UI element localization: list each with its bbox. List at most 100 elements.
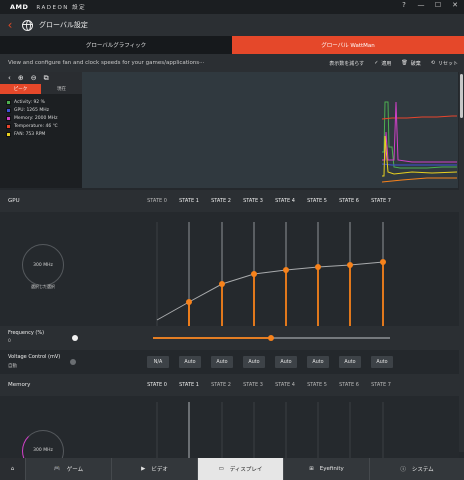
help-button[interactable]: ? <box>399 1 409 9</box>
title-bar: AMD RADEON 設定 ? — ☐ ✕ <box>0 0 464 14</box>
close-button[interactable]: ✕ <box>450 1 460 9</box>
expand-icon[interactable]: ⧉ <box>44 74 49 83</box>
scrollbar[interactable] <box>459 72 464 452</box>
voltage-field[interactable]: Auto <box>339 356 361 368</box>
memory-state-label: STATE 3 <box>243 382 263 388</box>
legend-memory[interactable]: Memory: 2000 MHz <box>6 114 82 122</box>
tab-label: ピーク <box>13 87 28 92</box>
state-handle[interactable] <box>186 299 192 305</box>
nav-label: Eyefinity <box>319 466 344 472</box>
state-handle[interactable] <box>219 281 225 287</box>
eyefinity-icon: ⊞ <box>309 466 314 472</box>
memory-state-label: STATE 5 <box>307 382 327 388</box>
legend-label: Temperature: 46 ℃ <box>14 123 58 129</box>
nav-system[interactable]: ⓘ システム <box>370 458 464 480</box>
nav-gaming[interactable]: 🎮 ゲーム <box>26 458 112 480</box>
voltage-field[interactable]: Auto <box>211 356 233 368</box>
back-button[interactable]: ‹ <box>2 14 18 36</box>
legend-label: GPU: 1265 MHz <box>14 107 49 113</box>
legend-gpu[interactable]: GPU: 1265 MHz <box>6 106 82 114</box>
legend-fan[interactable]: FAN: 753 RPM <box>6 130 82 138</box>
page-header: ‹ グローバル設定 <box>0 14 464 36</box>
legend-temperature[interactable]: Temperature: 46 ℃ <box>6 122 82 130</box>
play-icon: ▶ <box>141 466 146 472</box>
monitor-toolbar: ‹ ⊕ ⊖ ⧉ <box>0 72 82 84</box>
checkbox[interactable] <box>6 123 11 129</box>
tab-bar: グローバルグラフィック グローバル WattMan <box>0 36 464 54</box>
legend-activity[interactable]: Activity: 92 % <box>6 98 82 106</box>
tab-label: グローバルグラフィック <box>85 43 147 49</box>
voltage-label: Voltage Control (mV) <box>8 354 61 360</box>
checkbox[interactable] <box>6 99 11 105</box>
tab-current[interactable]: 現在 <box>41 84 82 94</box>
bottom-nav: ⌂ 🎮 ゲーム ▶ ビデオ ▭ ディスプレイ ⊞ Eyefinity ⓘ システム <box>0 458 464 480</box>
reset-button[interactable]: ⟲ リセット <box>431 60 458 67</box>
voltage-field[interactable]: Auto <box>275 356 297 368</box>
description-text[interactable]: View and configure fan and clock speeds … <box>8 60 204 66</box>
memory-state-label: STATE 6 <box>339 382 359 388</box>
tab-label: グローバル WattMan <box>321 43 375 49</box>
voltage-field[interactable]: Auto <box>179 356 201 368</box>
memory-state-label: STATE 4 <box>275 382 295 388</box>
radeon-settings-window: AMD RADEON 設定 ? — ☐ ✕ ‹ グローバル設定 グローバルグラフ… <box>0 0 464 480</box>
state-handle[interactable] <box>380 259 386 265</box>
voltage-mode: 自動 <box>8 364 17 369</box>
nav-video[interactable]: ▶ ビデオ <box>112 458 198 480</box>
graph-background <box>82 72 458 188</box>
display-icon: ▭ <box>218 466 224 472</box>
reset-label: リセット <box>437 60 458 67</box>
frequency-slider[interactable] <box>0 326 459 350</box>
discard-button[interactable]: 🗑 破棄 <box>401 60 420 67</box>
voltage-field[interactable]: N/A <box>147 356 169 368</box>
minimize-button[interactable]: — <box>416 1 426 9</box>
check-icon: ✓ <box>374 60 379 66</box>
nav-eyefinity[interactable]: ⊞ Eyefinity <box>284 458 370 480</box>
home-icon: ⌂ <box>10 466 15 472</box>
memory-section-label: Memory <box>8 382 31 388</box>
state-handle[interactable] <box>315 264 321 270</box>
checkbox[interactable] <box>6 131 11 137</box>
voltage-toggle[interactable] <box>70 359 76 365</box>
voltage-row: Voltage Control (mV) 自動 N/A Auto Auto Au… <box>0 350 459 374</box>
memory-state-label: STATE 2 <box>211 382 231 388</box>
chevron-left-icon[interactable]: ‹ <box>8 74 11 82</box>
voltage-field[interactable]: Auto <box>243 356 265 368</box>
memory-state-label: STATE 1 <box>179 382 199 388</box>
tab-global-wattman[interactable]: グローバル WattMan <box>232 36 464 54</box>
trash-icon: 🗑 <box>401 60 408 66</box>
frequency-row: Frequency (%) 0 <box>0 326 459 350</box>
voltage-field[interactable]: Auto <box>307 356 329 368</box>
nav-home[interactable]: ⌂ <box>0 458 26 480</box>
tab-global-graphics[interactable]: グローバルグラフィック <box>0 36 232 54</box>
gpu-state-label: STATE 3 <box>243 198 263 204</box>
memory-header: Memory STATE 0 STATE 1 STATE 2 STATE 3 S… <box>0 374 459 396</box>
slider-thumb[interactable] <box>268 335 274 341</box>
nav-label: ディスプレイ <box>229 467 263 473</box>
checkbox[interactable] <box>6 107 11 113</box>
state-handle[interactable] <box>283 267 289 273</box>
voltage-field[interactable]: Auto <box>371 356 393 368</box>
nav-label: ビデオ <box>151 467 168 473</box>
checkbox[interactable] <box>6 115 11 121</box>
gpu-header: GPU STATE 0 STATE 1 STATE 2 STATE 3 STAT… <box>0 190 459 212</box>
tab-peak[interactable]: ピーク <box>0 84 41 94</box>
gpu-state-label: STATE 7 <box>371 198 391 204</box>
metrics-legend: Activity: 92 % GPU: 1265 MHz Memory: 200… <box>0 94 82 138</box>
state-handle[interactable] <box>347 262 353 268</box>
apply-label: 適用 <box>381 60 392 67</box>
zoom-in-icon[interactable]: ⊕ <box>18 74 24 82</box>
zoom-out-icon[interactable]: ⊖ <box>31 74 37 82</box>
info-icon: ⓘ <box>400 467 406 473</box>
description-bar: View and configure fan and clock speeds … <box>0 54 464 72</box>
performance-graph <box>82 72 458 188</box>
nav-display[interactable]: ▭ ディスプレイ <box>198 458 284 480</box>
gpu-clock-chart: 300 MHz 選択した選択 <box>0 212 459 326</box>
show-less-button[interactable]: 表示数を減らす <box>329 60 364 67</box>
show-less-label: 表示数を減らす <box>329 60 365 67</box>
maximize-button[interactable]: ☐ <box>433 1 443 9</box>
nav-label: システム <box>411 467 434 473</box>
scrollbar-thumb[interactable] <box>460 74 463 118</box>
apply-button[interactable]: ✓ 適用 <box>374 60 391 67</box>
state-handle[interactable] <box>251 271 257 277</box>
legend-label: Memory: 2000 MHz <box>14 115 58 121</box>
